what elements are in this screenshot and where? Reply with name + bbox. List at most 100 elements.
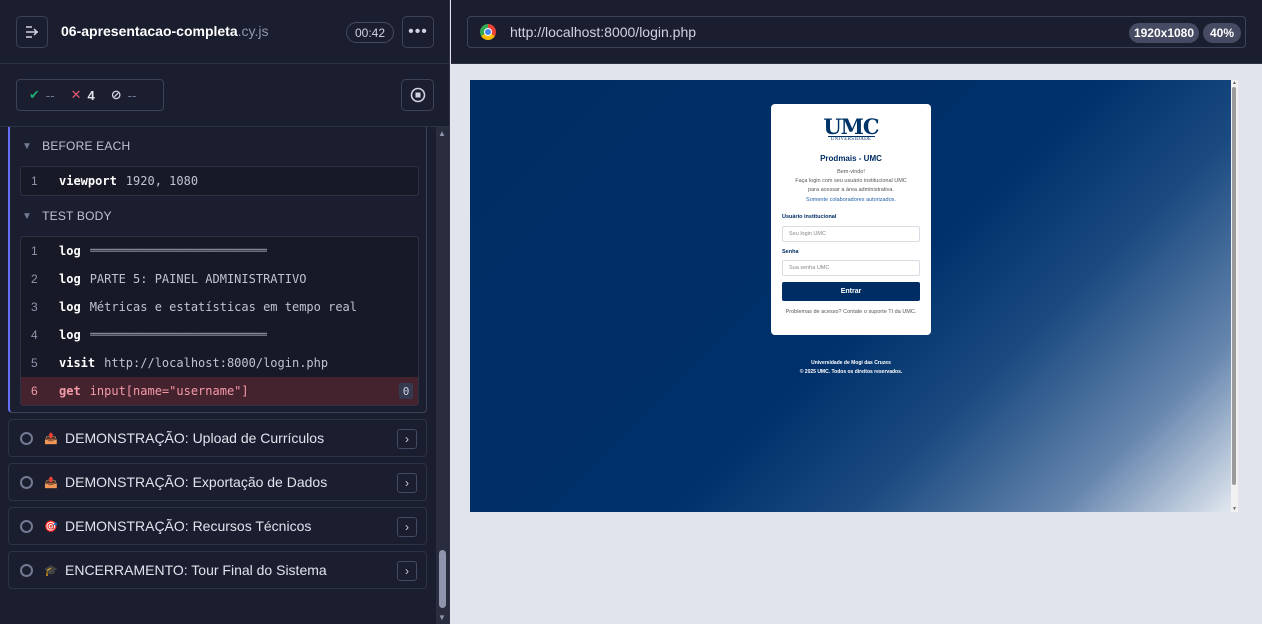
passed-count: --: [45, 87, 55, 103]
command-number: 1: [31, 244, 38, 258]
command-row[interactable]: 4 log ====================================…: [21, 321, 418, 349]
scroll-down-icon[interactable]: ▼: [1232, 506, 1237, 512]
stop-button[interactable]: [401, 79, 434, 111]
target-emoji-icon: 🎯: [44, 520, 58, 533]
iframe-scrollbar[interactable]: ▲ ▼: [1231, 80, 1238, 512]
x-icon: ✕: [70, 87, 82, 102]
pending-circle-icon: [20, 563, 33, 577]
pending-stat: ⊘ --: [111, 87, 137, 103]
command-message: Métricas e estatísticas em tempo real: [89, 300, 357, 314]
pending-circle-icon: [20, 475, 33, 489]
url-bar[interactable]: http://localhost:8000/login.php 1920x108…: [467, 16, 1246, 48]
collapse-sidebar-icon: [26, 26, 39, 38]
test-item[interactable]: 🎯 DEMONSTRAÇÃO: Recursos Técnicos ›: [8, 507, 427, 545]
command-number: 2: [31, 272, 38, 286]
intro-text-2: para acessar a área administrativa.: [808, 187, 894, 193]
more-options-button[interactable]: •••: [402, 16, 434, 48]
command-number: 6: [31, 384, 38, 398]
chevron-right-icon[interactable]: ›: [397, 429, 417, 449]
command-message: http://localhost:8000/login.php: [104, 356, 329, 370]
intro-text-1: Faça login com seu usuário institucional…: [795, 178, 907, 184]
before-each-hook[interactable]: ▼ BEFORE EACH: [22, 139, 130, 153]
duration-badge: 00:42: [346, 22, 394, 43]
test-title: DEMONSTRAÇÃO: Exportação de Dados: [65, 474, 328, 490]
viewport-badge[interactable]: 1920x1080: [1129, 23, 1199, 43]
reporter-scrollbar[interactable]: ▲ ▼: [436, 127, 449, 624]
reporter-header: 06-apresentacao-completa.cy.js 00:42 •••: [0, 0, 450, 64]
iframe-scrollbar-thumb[interactable]: [1232, 87, 1236, 485]
outbox-emoji-icon: 📤: [44, 476, 58, 489]
help-text: Problemas de acesso? Contate o suporte T…: [785, 309, 917, 315]
chevron-right-icon[interactable]: ›: [397, 517, 417, 537]
password-input[interactable]: Sua senha UMC: [782, 260, 920, 276]
password-label: Senha: [782, 249, 799, 255]
pending-circle-icon: [20, 519, 33, 533]
test-title: DEMONSTRAÇÃO: Upload de Currículos: [65, 430, 325, 446]
chevron-right-icon[interactable]: ›: [397, 473, 417, 493]
command-name: log: [59, 244, 81, 258]
scroll-up-icon[interactable]: ▲: [1232, 80, 1237, 86]
command-list: 1 log ====================================…: [20, 236, 419, 406]
scroll-down-icon[interactable]: ▼: [438, 613, 446, 622]
login-title: Prodmais - UMC: [820, 154, 882, 163]
umc-logo-subtitle: UNIVERSIDADE: [830, 137, 872, 142]
scroll-up-icon[interactable]: ▲: [438, 129, 446, 138]
command-list: 1 viewport 1920, 1080: [20, 166, 419, 196]
reporter-panel: 06-apresentacao-completa.cy.js 00:42 •••…: [0, 0, 450, 624]
pending-icon: ⊘: [110, 87, 122, 102]
test-stats: ✔ -- ✕ 4 ⊘ --: [16, 79, 164, 111]
url-text: http://localhost:8000/login.php: [510, 24, 697, 40]
failed-stat: ✕ 4: [71, 87, 95, 103]
hook-title: TEST BODY: [42, 209, 112, 223]
element-count-badge: 0: [399, 383, 413, 399]
command-number: 3: [31, 300, 38, 314]
command-name: get: [59, 384, 81, 398]
pending-circle-icon: [20, 431, 33, 445]
authorized-only-link[interactable]: Somente colaboradores autorizados.: [771, 197, 931, 203]
ellipsis-icon: •••: [408, 23, 428, 40]
test-title: DEMONSTRAÇÃO: Recursos Técnicos: [65, 518, 312, 534]
test-item[interactable]: 🎓 ENCERRAMENTO: Tour Final do Sistema ›: [8, 551, 427, 589]
login-card: UMC UNIVERSIDADE Prodmais - UMC Bem-vind…: [771, 104, 931, 335]
aut-header: http://localhost:8000/login.php 1920x108…: [451, 0, 1262, 64]
footer-copyright: © 2025 UMC. Todos os direitos reservados…: [799, 369, 903, 375]
spec-extension: .cy.js: [237, 23, 269, 39]
pending-count: --: [127, 87, 137, 103]
command-name: visit: [59, 356, 96, 370]
outbox-emoji-icon: 📤: [44, 432, 58, 445]
username-input[interactable]: Seu login UMC: [782, 226, 920, 242]
command-row[interactable]: 1 viewport 1920, 1080: [21, 167, 418, 195]
graduation-cap-emoji-icon: 🎓: [44, 564, 58, 577]
test-item[interactable]: 📤 DEMONSTRAÇÃO: Exportação de Dados ›: [8, 463, 427, 501]
scale-badge: 40%: [1203, 23, 1241, 43]
command-row[interactable]: 1 log ====================================…: [21, 237, 418, 265]
footer-university: Universidade de Mogi das Cruzes: [811, 360, 891, 366]
umc-logo: UMC: [823, 114, 879, 139]
command-message: ========================================: [89, 246, 268, 256]
scrollbar-thumb[interactable]: [439, 550, 446, 608]
failed-command-row[interactable]: 6 get input[name="username"] 0: [21, 377, 418, 405]
command-row[interactable]: 3 log Métricas e estatísticas em tempo rea…: [21, 293, 418, 321]
aut-iframe: UMC UNIVERSIDADE Prodmais - UMC Bem-vind…: [470, 80, 1238, 512]
chevron-right-icon[interactable]: ›: [397, 561, 417, 581]
test-item[interactable]: 📤 DEMONSTRAÇÃO: Upload de Currículos ›: [8, 419, 427, 457]
login-submit-button[interactable]: Entrar: [782, 282, 920, 301]
test-body-hook[interactable]: ▼ TEST BODY: [22, 209, 112, 223]
active-test: ▼ BEFORE EACH 1 viewport 1920, 1080 ▼ TEST B…: [8, 127, 427, 413]
command-number: 1: [31, 174, 38, 188]
spec-name: 06-apresentacao-completa.cy.js: [61, 23, 269, 39]
command-name: log: [59, 272, 81, 286]
command-message: ========================================: [89, 330, 268, 340]
check-icon: ✔: [29, 87, 40, 102]
command-row[interactable]: 5 visit http://localhost:8000/login.php: [21, 349, 418, 377]
command-message: PARTE 5: PAINEL ADMINISTRATIVO: [89, 272, 307, 286]
command-message: input[name="username"]: [89, 384, 249, 398]
command-name: log: [59, 300, 81, 314]
command-row[interactable]: 2 log PARTE 5: PAINEL ADMINISTRATIVO: [21, 265, 418, 293]
command-number: 4: [31, 328, 38, 342]
command-number: 5: [31, 356, 38, 370]
toggle-specs-button[interactable]: [16, 16, 48, 48]
spec-name-text: 06-apresentacao-completa: [61, 23, 238, 39]
username-label: Usuário institucional: [782, 214, 837, 220]
failed-count: 4: [87, 87, 95, 103]
